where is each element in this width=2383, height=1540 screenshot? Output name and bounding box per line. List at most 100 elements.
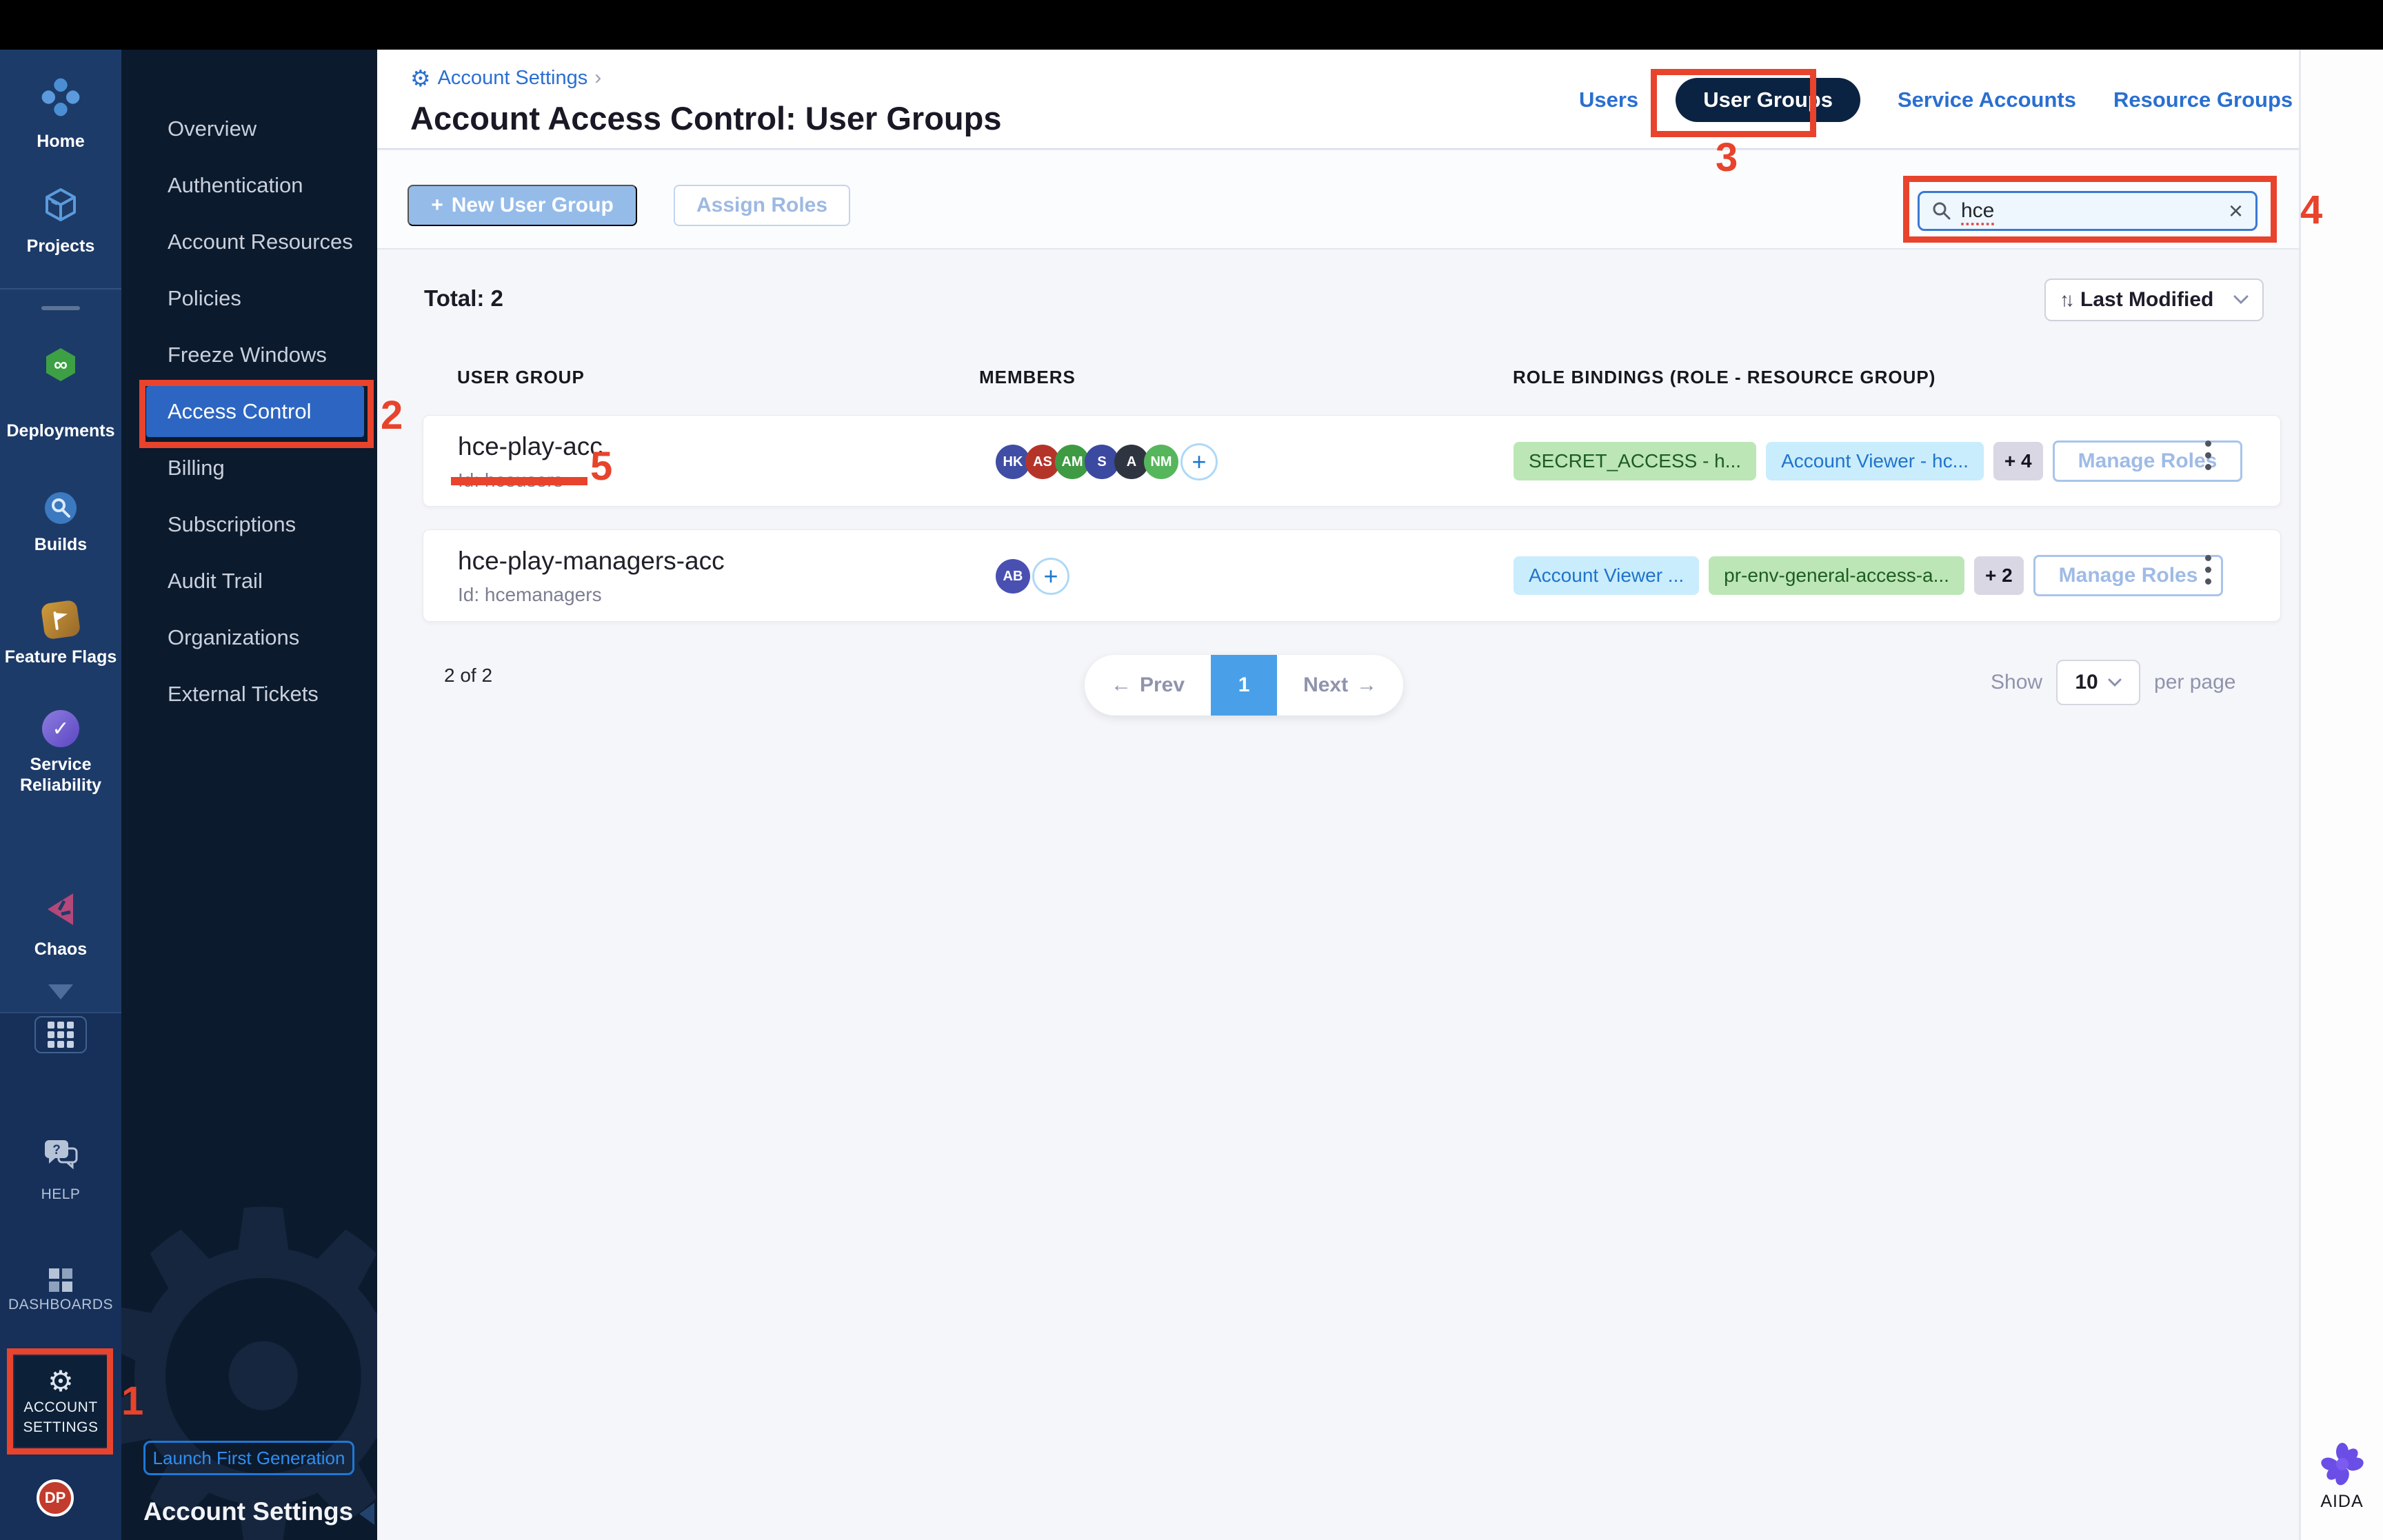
next-page-button[interactable]: Next → [1277,673,1403,697]
group-id: Id: hcemanagers [458,584,602,605]
menu-item-freeze-windows[interactable]: Freeze Windows [121,327,377,383]
role-binding-chip[interactable]: Account Viewer - hc... [1766,442,1984,480]
annotation-number-1: 1 [121,1379,144,1424]
rail-item-deployments[interactable]: Deployments [0,421,121,441]
arrow-right-icon: → [1356,673,1378,696]
rail-item-dashboards[interactable]: DASHBOARDS [0,1295,121,1315]
deployments-icon[interactable]: ∞ [42,346,79,383]
pagination-count: 2 of 2 [444,665,493,686]
add-member-button[interactable]: + [1180,443,1218,480]
role-binding-chip[interactable]: pr-env-general-access-a... [1709,556,1964,595]
rail-divider-2 [0,1012,121,1013]
service-reliability-icon[interactable]: ✓ [42,710,79,747]
page-size-control: Show 10 per page [1991,660,2235,705]
breadcrumb[interactable]: ⚙ Account Settings › [410,66,601,90]
table-row[interactable]: hce-play-managers-acc Id: hcemanagers AB… [423,529,2281,622]
current-page-button[interactable]: 1 [1211,655,1278,716]
more-bindings-badge[interactable]: + 4 [1993,442,2043,480]
projects-icon[interactable] [42,186,79,223]
chaos-icon[interactable] [42,891,79,928]
account-settings-sidebar: ⚙ Overview Authentication Account Resour… [121,50,377,1540]
page-title: Account Access Control: User Groups [410,100,1002,136]
sidebar-panel-title: Account Settings [143,1497,354,1526]
rail-item-projects[interactable]: Projects [0,236,121,256]
new-user-group-button[interactable]: + New User Group [408,185,637,226]
avatar[interactable]: AB [996,559,1030,594]
svg-text:∞: ∞ [54,354,68,375]
role-bindings: SECRET_ACCESS - h... Account Viewer - hc… [1514,440,2243,482]
grid-icon [48,1022,74,1048]
row-menu-icon[interactable] [2205,440,2211,470]
sort-dropdown[interactable]: ↑↓ Last Modified [2044,278,2264,321]
rail-item-chaos[interactable]: Chaos [0,939,121,960]
sidebar-collapse-icon[interactable] [359,1503,374,1525]
feature-flags-icon[interactable] [40,599,81,640]
more-bindings-badge[interactable]: + 2 [1973,556,2024,595]
menu-item-audit-trail[interactable]: Audit Trail [121,553,377,609]
avatar[interactable]: NM [1144,445,1178,479]
aida-widget[interactable]: AIDA [2301,1442,2383,1512]
total-count: Total: 2 [424,285,503,311]
home-icon[interactable] [39,75,83,119]
chevron-down-icon [2108,678,2122,687]
page-size-dropdown[interactable]: 10 [2056,660,2141,705]
builds-icon[interactable] [42,489,79,527]
module-selector-button[interactable] [34,1016,87,1053]
table-row[interactable]: hce-play-acc Id: hceusers HK AS AM S A N… [423,415,2281,507]
role-binding-chip[interactable]: SECRET_ACCESS - h... [1514,442,1757,480]
menu-item-external-tickets[interactable]: External Tickets [121,666,377,722]
annotation-number-3: 3 [1716,135,1738,180]
pagination: ← Prev 1 Next → [1085,655,1404,716]
group-name[interactable]: hce-play-acc [458,432,603,461]
rail-collapse-arrow[interactable] [48,984,73,1000]
tab-users[interactable]: Users [1579,88,1638,112]
rail-item-feature-flags[interactable]: Feature Flags [0,647,121,667]
role-bindings: Account Viewer ... pr-env-general-access… [1514,555,2224,596]
member-avatars: HK AS AM S A NM + [996,443,1218,480]
page-header: ⚙ Account Settings › Account Access Cont… [377,50,2383,150]
menu-item-authentication[interactable]: Authentication [121,157,377,214]
column-members: MEMBERS [979,367,1076,387]
rail-item-help[interactable]: HELP [0,1184,121,1205]
annotation-underline-5 [451,477,587,485]
menu-item-organizations[interactable]: Organizations [121,609,377,666]
rail-scroll-dash [41,306,80,310]
add-member-button[interactable]: + [1032,558,1069,595]
tab-service-accounts[interactable]: Service Accounts [1898,88,2076,112]
user-groups-list: Total: 2 ↑↓ Last Modified USER GROUP MEM… [377,251,2383,1540]
rail-item-builds[interactable]: Builds [0,534,121,555]
gear-watermark-icon: ⚙ [121,1126,377,1540]
menu-item-subscriptions[interactable]: Subscriptions [121,496,377,553]
rail-item-home[interactable]: Home [0,131,121,152]
manage-roles-button[interactable]: Manage Roles [2033,555,2224,596]
user-avatar[interactable]: DP [37,1479,74,1517]
top-black-bar [0,0,2383,50]
tab-resource-groups[interactable]: Resource Groups [2113,88,2293,112]
chevron-down-icon [2233,295,2249,305]
sort-arrows-icon: ↑↓ [2060,289,2075,310]
menu-item-overview[interactable]: Overview [121,101,377,157]
menu-item-billing[interactable]: Billing [121,440,377,496]
launch-first-generation-button[interactable]: Launch First Generation [143,1441,354,1475]
rail-item-service-reliability[interactable]: Service Reliability [0,754,121,796]
module-rail: Home Projects ∞ Deployments Builds Featu… [0,50,121,1540]
dashboards-icon[interactable] [42,1262,79,1299]
annotation-box-2 [139,380,374,448]
settings-gear-icon: ⚙ [410,65,431,91]
menu-item-account-resources[interactable]: Account Resources [121,214,377,270]
arrow-left-icon: ← [1111,673,1132,696]
row-menu-icon[interactable] [2205,555,2211,585]
manage-roles-button[interactable]: Manage Roles [2052,440,2243,482]
annotation-number-5: 5 [590,444,613,489]
group-name[interactable]: hce-play-managers-acc [458,547,725,576]
rail-divider [0,288,121,290]
assign-roles-button[interactable]: Assign Roles [674,185,850,226]
role-binding-chip[interactable]: Account Viewer ... [1514,556,1700,595]
prev-page-button[interactable]: ← Prev [1085,673,1211,697]
annotation-box-1 [7,1348,113,1455]
menu-item-policies[interactable]: Policies [121,270,377,327]
aida-label: AIDA [2320,1492,2364,1511]
help-icon[interactable]: ? [42,1136,79,1173]
annotation-box-3 [1651,69,1816,137]
column-user-group: USER GROUP [457,367,585,387]
